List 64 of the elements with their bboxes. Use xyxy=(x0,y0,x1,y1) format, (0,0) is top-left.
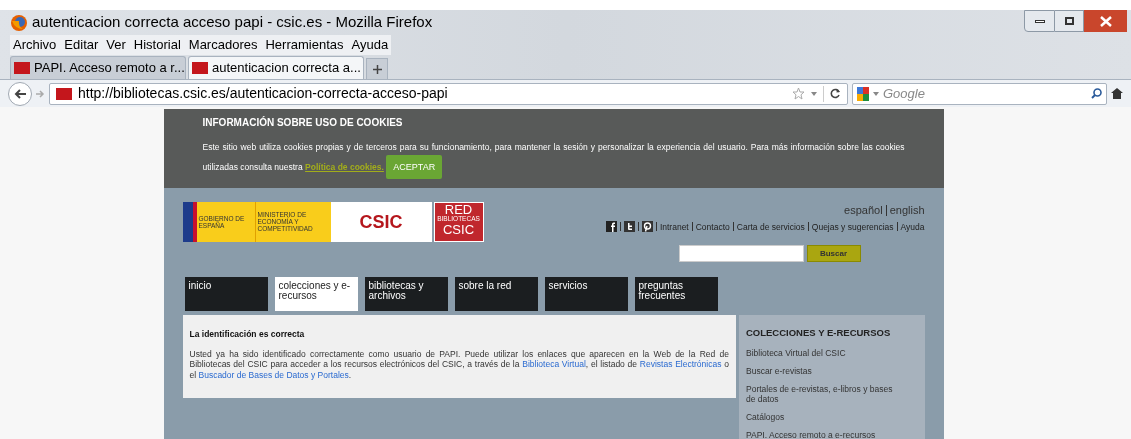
menu-item[interactable]: Ayuda xyxy=(351,35,389,55)
paragraph-link[interactable]: Revistas Electrónicas xyxy=(639,359,722,370)
minimize-button[interactable] xyxy=(1024,10,1055,32)
menu-item[interactable]: Historial xyxy=(133,35,181,55)
nav-tab[interactable]: bibliotecas y archivos xyxy=(364,277,448,311)
site-favicon-icon xyxy=(56,87,72,100)
nav-tab[interactable]: colecciones y e-recursos xyxy=(274,277,358,311)
language-link[interactable]: español xyxy=(844,202,883,219)
close-button[interactable] xyxy=(1084,10,1127,32)
header-link[interactable]: Ayuda xyxy=(900,220,925,234)
header-link[interactable]: Quejas y sugerencias xyxy=(811,220,894,234)
search-button[interactable]: Buscar xyxy=(806,245,861,262)
csic-logo: CSIC xyxy=(330,202,432,242)
pinterest-icon[interactable] xyxy=(641,221,653,233)
header-link[interactable]: Intranet xyxy=(659,220,689,234)
twitter-icon[interactable] xyxy=(623,221,635,233)
sidebar-link[interactable]: PAPI. Acceso remoto a e-recursos xyxy=(746,430,918,439)
new-tab-button[interactable] xyxy=(366,58,388,79)
cookie-text: Este sitio web utiliza cookies propias y de terceros para su funcionamiento, para mantener la sesión y personalizar la experiencia del usuario. Para más información sobre las cookies utilizadas consulta nuestra Política de cookies. ACEPTAR xyxy=(202,139,905,179)
menu-item[interactable]: Herramientas xyxy=(265,35,344,55)
nav-tab[interactable]: preguntas frecuentes xyxy=(634,277,718,311)
content-title: La identificación es correcta xyxy=(189,328,306,341)
content-paragraph: Usted ya ha sido identificado correctamente como usuario de PAPI. Puede utilizar los enlaces que aparecen en la Web de la Red de Bibliotecas del CSIC para acceder a los recursos electrónicos del CSIC, a través de la Biblioteca Virtual, el listado de Revistas Electrónicas o el Buscador de Bases de Datos y Portales. xyxy=(189,348,729,381)
sidebar-link[interactable]: Portales de e-revistas, e-libros y bases de datos xyxy=(746,384,918,405)
menu-item[interactable]: Ver xyxy=(106,35,126,55)
search-bar[interactable]: Google xyxy=(852,82,1107,105)
site-favicon-icon xyxy=(192,62,208,74)
plus-icon xyxy=(372,64,382,74)
caret-icon[interactable] xyxy=(873,91,879,96)
sidebar-link[interactable]: Buscar e-revistas xyxy=(746,366,918,377)
search-input[interactable]: Google xyxy=(883,83,1087,104)
nav-tab[interactable]: servicios xyxy=(544,277,628,311)
firefox-logo-icon xyxy=(10,13,28,32)
cookie-title: INFORMACIÓN SOBRE USO DE COOKIES xyxy=(202,115,404,130)
bookmark-star-icon[interactable] xyxy=(792,87,805,100)
site-favicon-icon xyxy=(14,62,30,74)
sidebar-link[interactable]: Biblioteca Virtual del CSIC xyxy=(746,348,918,359)
address-bar[interactable]: http://bibliotecas.csic.es/autenticacion-correcta-acceso-papi xyxy=(49,82,848,105)
back-button[interactable] xyxy=(8,81,32,106)
language-link[interactable]: english xyxy=(889,202,925,219)
header-link[interactable]: Carta de servicios xyxy=(736,220,805,234)
menu-item[interactable]: Editar xyxy=(64,35,99,55)
restore-button[interactable] xyxy=(1055,10,1084,32)
reload-icon[interactable] xyxy=(830,88,841,99)
site-search-field[interactable] xyxy=(678,245,804,262)
sidebar-link[interactable]: Catálogos xyxy=(746,412,918,423)
header-link[interactable]: Contacto xyxy=(695,220,730,234)
menu-item[interactable]: Marcadores xyxy=(188,35,258,55)
window-title: autenticacion correcta acceso papi - csic.es - Mozilla Firefox xyxy=(32,12,433,33)
search-icon xyxy=(1091,88,1102,99)
back-arrow-icon xyxy=(14,88,26,99)
paragraph-link[interactable]: Buscador de Bases de Datos y Portales xyxy=(198,369,349,380)
caret-icon[interactable] xyxy=(811,91,817,96)
browser-tab[interactable]: autenticacion correcta a... xyxy=(188,56,364,79)
close-icon xyxy=(1099,15,1112,27)
home-icon[interactable] xyxy=(1111,88,1123,99)
browser-tab[interactable]: PAPI. Acceso remoto a r... xyxy=(10,56,186,79)
paragraph-link[interactable]: Biblioteca Virtual xyxy=(522,359,586,370)
search-engine-icon xyxy=(857,86,869,101)
menu-item[interactable]: Archivo xyxy=(13,35,57,55)
facebook-icon[interactable] xyxy=(605,221,617,233)
sidebar-title: COLECCIONES Y E-RECURSOS xyxy=(746,326,892,340)
nav-tab[interactable]: sobre la red xyxy=(454,277,538,311)
nav-tab[interactable]: inicio xyxy=(184,277,268,311)
